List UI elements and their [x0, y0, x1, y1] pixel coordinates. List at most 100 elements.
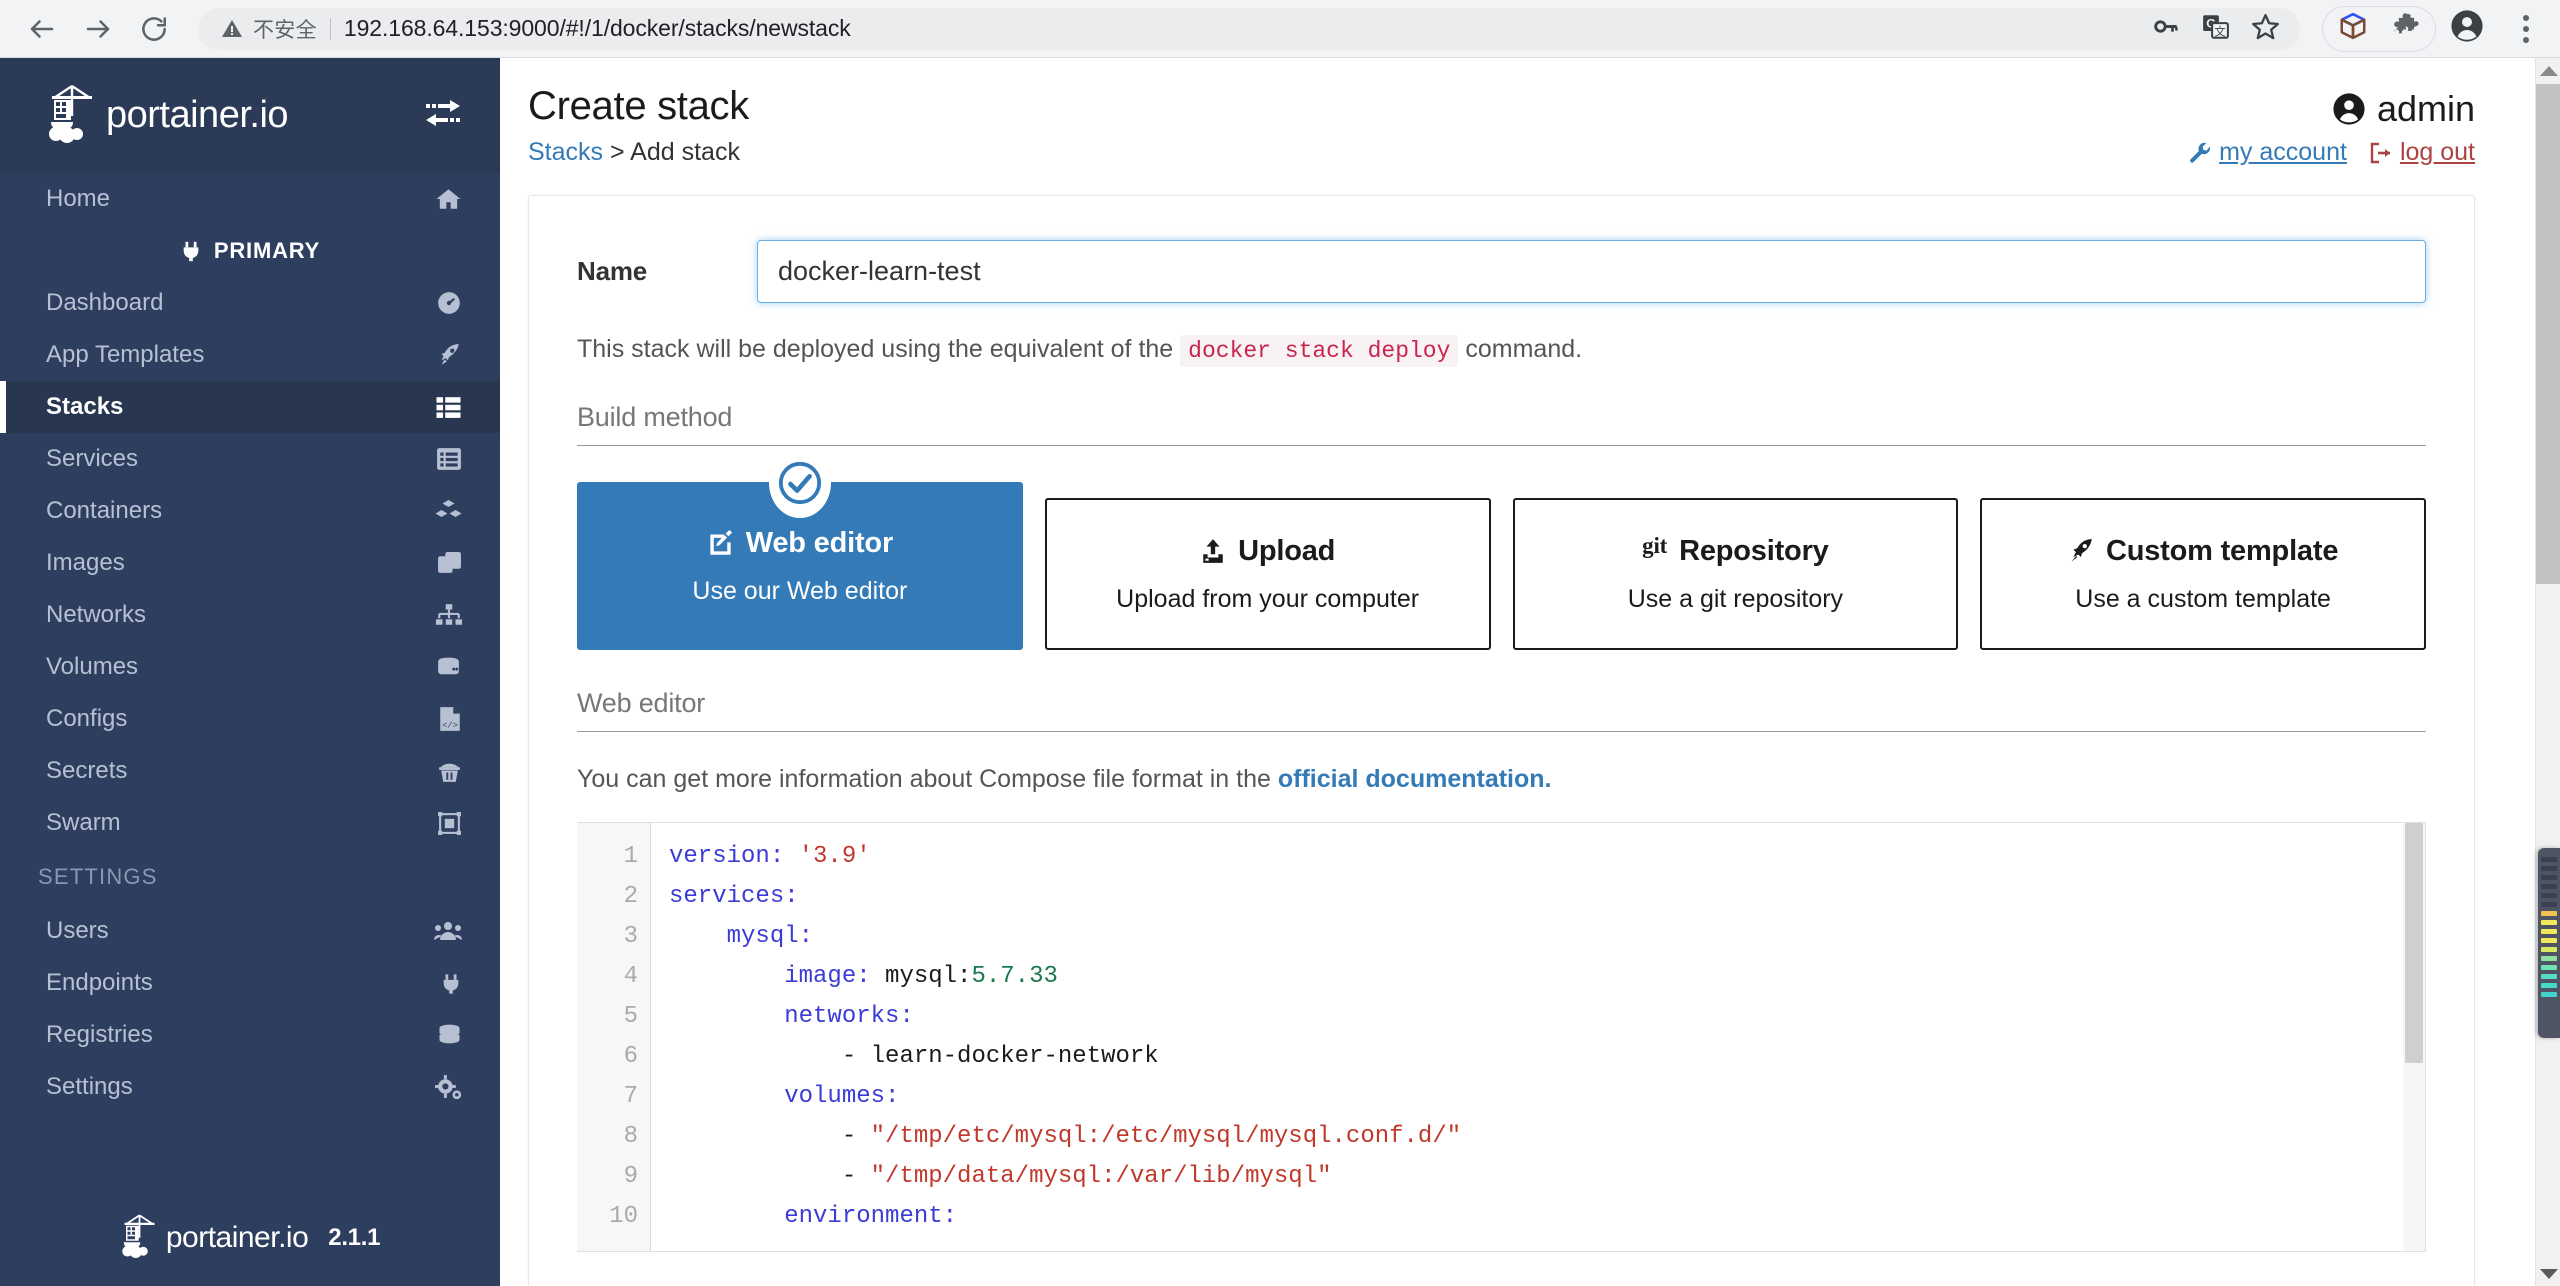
build-method-upload[interactable]: Upload Upload from your computer — [1044, 498, 1491, 650]
sidebar-header: portainer.io — [0, 58, 500, 173]
sidebar-item-containers[interactable]: Containers — [0, 485, 500, 537]
endpoint-label: PRIMARY — [213, 238, 321, 263]
back-button[interactable] — [14, 1, 70, 57]
code-line: - "/tmp/data/mysql:/var/lib/mysql" — [669, 1157, 2425, 1197]
page-scrollbar-thumb[interactable] — [2536, 84, 2560, 584]
code-line: - "/tmp/etc/mysql:/etc/mysql/mysql.conf.… — [669, 1117, 2425, 1157]
method-subtitle: Use a git repository — [1627, 584, 1844, 613]
browser-toolbar: 不安全 192.168.64.153:9000/#!/1/docker/stac… — [0, 0, 2560, 58]
sidebar-item-networks[interactable]: Networks — [0, 589, 500, 641]
method-title: Upload — [1200, 535, 1335, 568]
url-text[interactable]: 192.168.64.153:9000/#!/1/docker/stacks/n… — [344, 15, 851, 42]
line-number: 2 — [623, 883, 638, 910]
sidebar-item-images[interactable]: Images — [0, 537, 500, 589]
sidebar-endpoint-primary[interactable]: PRIMARY — [0, 225, 500, 277]
helper-suffix: command. — [1465, 335, 1583, 363]
sidebar-item-stacks[interactable]: Stacks — [0, 381, 500, 433]
forward-button[interactable] — [70, 1, 126, 57]
containers-cubes-icon — [428, 499, 462, 523]
line-number: 5 — [623, 1003, 638, 1030]
sidebar-item-swarm[interactable]: Swarm — [0, 797, 500, 849]
sidebar-item-volumes[interactable]: Volumes — [0, 641, 500, 693]
rocket-icon — [2068, 538, 2094, 564]
username-label: admin — [2376, 88, 2475, 129]
gadget-bar — [2541, 920, 2557, 925]
code-line: mysql: — [669, 917, 2425, 957]
editor-code-area[interactable]: version: '3.9' services: mysql: image: my… — [651, 823, 2425, 1251]
editor-scrollbar[interactable] — [2403, 823, 2425, 1251]
official-documentation-link[interactable]: official documentation. — [1278, 765, 1552, 793]
password-manager-button[interactable] — [2140, 7, 2190, 51]
line-number: 6 — [623, 1043, 638, 1070]
page-body: portainer.io Home PRIMARY Dashboard App … — [0, 58, 2560, 1286]
sidebar-item-home[interactable]: Home — [0, 173, 500, 225]
sidebar-item-label: Registries — [46, 1021, 153, 1048]
sidebar-item-label: Containers — [46, 497, 163, 524]
build-method-web-editor[interactable]: Web editor Use our Web editor — [577, 450, 1023, 650]
address-bar[interactable]: 不安全 192.168.64.153:9000/#!/1/docker/stac… — [198, 7, 2300, 51]
sidebar-item-label: Stacks — [46, 393, 124, 420]
line-number: 1 — [623, 843, 638, 870]
scroll-up-button[interactable] — [2536, 58, 2560, 83]
cube-extension-button[interactable] — [2327, 7, 2379, 51]
code-line: services: — [669, 877, 2425, 917]
system-monitor-gadget[interactable] — [2538, 848, 2560, 1038]
editor-scrollbar-thumb[interactable] — [2405, 823, 2423, 1063]
web-editor-section-title: Web editor — [577, 688, 2426, 732]
network-tree-icon — [428, 603, 462, 627]
log-out-link[interactable]: log out — [2369, 138, 2475, 167]
doc-hint-prefix: You can get more information about Compo… — [577, 765, 1271, 793]
chevron-up-icon — [2539, 65, 2558, 76]
gadget-bar — [2541, 974, 2557, 979]
docker-stack-deploy-code: docker stack deploy — [1180, 335, 1459, 367]
version-label: 2.1.1 — [328, 1224, 381, 1251]
crane-container-logo-icon — [120, 1212, 162, 1264]
build-method-custom-template[interactable]: Custom template Use a custom template — [1980, 498, 2426, 650]
sidebar-item-app-templates[interactable]: App Templates — [0, 329, 500, 381]
sidebar-item-label: Home — [46, 185, 111, 212]
sidebar-footer: portainer.io 2.1.1 — [0, 1190, 500, 1286]
sidebar-item-registries[interactable]: Registries — [0, 1009, 500, 1061]
line-number: 3 — [623, 923, 638, 950]
header-right: admin my account log out — [2188, 84, 2475, 167]
build-method-repository[interactable]: git Repository Use a git repository — [1512, 498, 1959, 650]
omnibox-actions: G 文 — [2140, 7, 2290, 51]
portainer-logo[interactable]: portainer.io — [46, 82, 289, 149]
sidebar-section-settings: SETTINGS — [38, 864, 158, 889]
page-scrollbar[interactable] — [2535, 58, 2560, 1286]
sidebar-item-dashboard[interactable]: Dashboard — [0, 277, 500, 329]
translate-button[interactable]: G 文 — [2190, 7, 2240, 51]
profile-button[interactable] — [2436, 1, 2498, 57]
breadcrumb-stacks-link[interactable]: Stacks — [528, 138, 603, 166]
browser-menu-button[interactable] — [2498, 1, 2554, 57]
reload-icon — [139, 14, 169, 44]
sidebar-item-users[interactable]: Users — [0, 905, 500, 957]
sidebar-item-endpoints[interactable]: Endpoints — [0, 957, 500, 1009]
reload-button[interactable] — [126, 1, 182, 57]
sidebar-item-secrets[interactable]: Secrets — [0, 745, 500, 797]
stacks-grid-icon — [428, 395, 462, 419]
gadget-bar — [2541, 875, 2557, 880]
plug-icon — [428, 971, 462, 996]
database-stack-icon — [428, 1023, 462, 1047]
bookmark-button[interactable] — [2240, 7, 2290, 51]
services-list-icon — [428, 447, 462, 471]
sidebar-item-configs[interactable]: Configs </> — [0, 693, 500, 745]
sidebar-item-settings[interactable]: Settings — [0, 1061, 500, 1113]
yaml-code-editor[interactable]: 1 2 3 4 5 6 7 8 9 10 version: '3.9' services: mysq… — [577, 822, 2426, 1252]
sidebar: portainer.io Home PRIMARY Dashboard App … — [0, 58, 500, 1286]
gadget-bar — [2541, 992, 2557, 997]
my-account-link[interactable]: my account — [2188, 138, 2347, 167]
method-title: Web editor — [707, 527, 893, 560]
sidebar-item-label: Users — [46, 917, 109, 944]
method-subtitle: Use our Web editor — [692, 576, 908, 605]
scroll-down-button[interactable] — [2536, 1261, 2560, 1286]
stack-name-input[interactable] — [757, 240, 2426, 303]
home-icon — [428, 186, 462, 212]
extensions-puzzle-button[interactable] — [2379, 7, 2431, 51]
header-left: Create stack Stacks > Add stack — [528, 84, 2188, 167]
sidebar-toggle-button[interactable] — [424, 97, 462, 134]
forward-arrow-icon — [83, 14, 113, 44]
sidebar-item-services[interactable]: Services — [0, 433, 500, 485]
